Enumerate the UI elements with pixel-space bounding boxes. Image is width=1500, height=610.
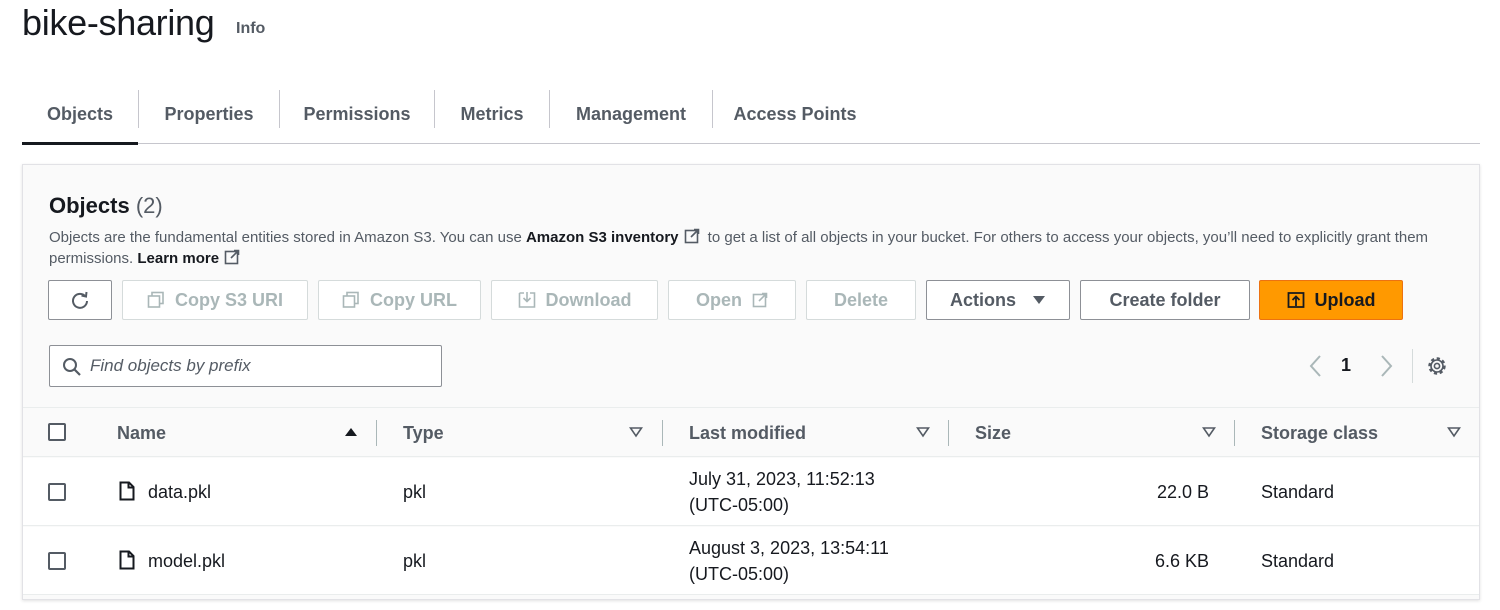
actions-dropdown-button[interactable]: Actions [926, 280, 1070, 320]
object-size: 6.6 KB [1154, 551, 1209, 571]
upload-icon [1287, 292, 1304, 308]
object-name[interactable]: data.pkl [148, 482, 211, 502]
copy-icon [147, 291, 164, 308]
refresh-button[interactable] [48, 280, 112, 320]
learn-more-link[interactable]: Learn more [137, 250, 219, 267]
objects-panel: Objects (2) Objects are the fundamental … [22, 164, 1480, 600]
search-box [49, 345, 442, 387]
external-link-icon [224, 249, 240, 265]
object-type: pkl [403, 482, 427, 502]
last-modified-date: August 3, 2023, 13:54:11 [689, 538, 889, 558]
delete-label: Delete [833, 289, 889, 310]
column-resizer[interactable] [662, 420, 663, 446]
column-header-type[interactable]: Type [403, 423, 444, 444]
upload-label: Upload [1314, 289, 1376, 310]
object-size: 22.0 B [1156, 482, 1209, 502]
bucket-title: bike-sharing [22, 2, 215, 43]
chevron-right-icon[interactable] [1376, 353, 1396, 379]
sort-descending-icon[interactable] [916, 426, 930, 438]
object-name-link[interactable]: data.pkl [148, 482, 211, 503]
info-link[interactable]: Info [236, 20, 265, 38]
last-modified: August 3, 2023, 13:54:11 (UTC-05:00) [689, 535, 889, 587]
object-name[interactable]: model.pkl [148, 551, 225, 571]
tab-bar: Objects Properties Permissions Metrics M… [22, 86, 1480, 145]
tab-metrics[interactable]: Metrics [435, 86, 549, 143]
copy-url-label: Copy URL [370, 289, 457, 310]
search-input[interactable] [90, 346, 430, 386]
sort-ascending-icon[interactable] [344, 426, 358, 438]
tab-permissions[interactable]: Permissions [280, 86, 434, 143]
external-link-icon [752, 292, 768, 308]
storage-class: Standard [1261, 551, 1335, 571]
refresh-icon [72, 291, 88, 309]
column-resizer[interactable] [948, 420, 949, 446]
storage-class: Standard [1261, 482, 1335, 502]
tab-management[interactable]: Management [550, 86, 712, 143]
sort-descending-icon[interactable] [629, 426, 643, 438]
delete-button[interactable]: Delete [806, 280, 916, 320]
create-folder-button[interactable]: Create folder [1080, 280, 1250, 320]
last-modified-timezone: (UTC-05:00) [689, 495, 790, 515]
last-modified-timezone: (UTC-05:00) [689, 564, 790, 584]
description-text: Objects are the fundamental entities sto… [49, 229, 526, 246]
open-button[interactable]: Open [668, 280, 796, 320]
sort-descending-icon[interactable] [1447, 426, 1461, 438]
object-name-link[interactable]: model.pkl [148, 551, 225, 572]
chevron-left-icon[interactable] [1306, 353, 1326, 379]
object-count: (2) [135, 193, 163, 218]
actions-label: Actions [949, 289, 1016, 310]
tab-access-points[interactable]: Access Points [713, 86, 877, 143]
pagination-divider [1412, 349, 1413, 383]
column-header-storage-class[interactable]: Storage class [1261, 423, 1378, 444]
tab-properties[interactable]: Properties [139, 86, 279, 143]
caret-down-icon [1033, 296, 1045, 304]
tab-objects[interactable]: Objects [22, 86, 138, 145]
download-button[interactable]: Download [491, 280, 658, 320]
column-header-size[interactable]: Size [975, 423, 1011, 444]
row-checkbox[interactable] [48, 483, 66, 501]
object-type: pkl [403, 551, 427, 571]
table-header: Name Type Last modified Size Storage cla… [23, 407, 1479, 457]
panel-title-text: Objects [49, 193, 130, 218]
file-icon [119, 550, 135, 570]
column-header-last-modified[interactable]: Last modified [689, 423, 806, 444]
copy-s3-uri-button[interactable]: Copy S3 URI [122, 280, 308, 320]
table-row[interactable]: model.pkl pkl August 3, 2023, 13:54:11 (… [23, 527, 1479, 595]
table-row[interactable]: data.pkl pkl July 31, 2023, 11:52:13 (UT… [23, 458, 1479, 526]
column-header-name[interactable]: Name [117, 423, 166, 444]
copy-s3-uri-label: Copy S3 URI [174, 289, 284, 310]
panel-description: Objects are the fundamental entities sto… [49, 227, 1449, 269]
search-icon [63, 358, 81, 376]
open-label: Open [695, 289, 742, 310]
s3-inventory-link[interactable]: Amazon S3 inventory [526, 229, 679, 246]
gear-icon[interactable] [1426, 355, 1448, 377]
page-number[interactable]: 1 [1341, 355, 1351, 376]
external-link-icon [684, 228, 699, 244]
row-checkbox[interactable] [48, 552, 66, 570]
select-all-checkbox[interactable] [48, 423, 66, 441]
copy-icon [342, 291, 359, 308]
create-folder-label: Create folder [1109, 289, 1221, 310]
column-resizer[interactable] [376, 420, 377, 446]
last-modified: July 31, 2023, 11:52:13 (UTC-05:00) [689, 466, 875, 518]
column-resizer[interactable] [1234, 420, 1235, 446]
download-icon [518, 292, 535, 308]
sort-descending-icon[interactable] [1202, 426, 1216, 438]
download-label: Download [545, 289, 632, 310]
file-icon [119, 481, 135, 501]
panel-title: Objects (2) [49, 193, 163, 219]
upload-button[interactable]: Upload [1259, 280, 1403, 320]
last-modified-date: July 31, 2023, 11:52:13 [689, 469, 875, 489]
copy-url-button[interactable]: Copy URL [318, 280, 481, 320]
